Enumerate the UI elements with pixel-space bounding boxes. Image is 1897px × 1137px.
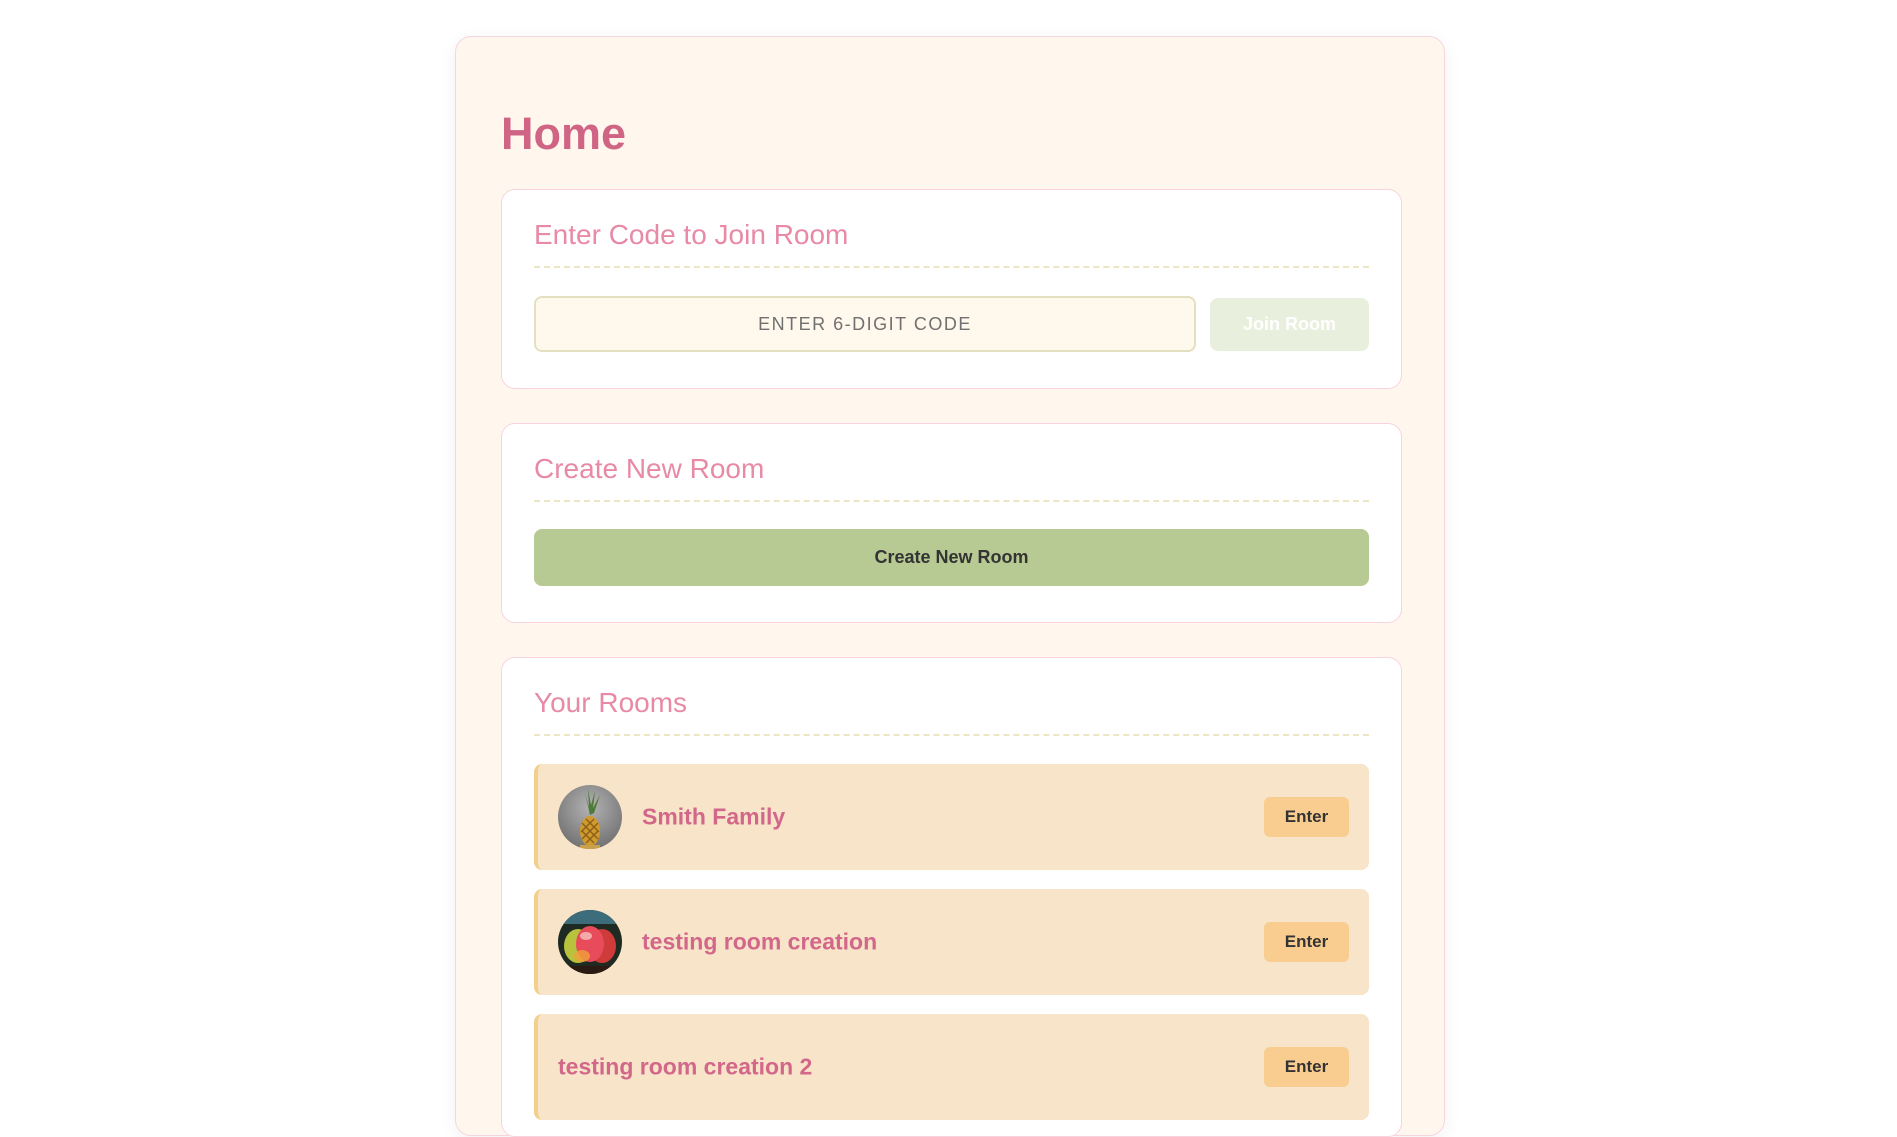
join-room-button[interactable]: Join Room [1210,298,1369,351]
room-list-item[interactable]: Smith Family Enter [534,764,1369,870]
create-room-heading: Create New Room [534,453,765,484]
room-avatar-pineapple-icon [558,785,622,849]
room-list-item[interactable]: testing room creation 2 Enter [534,1014,1369,1120]
enter-room-button[interactable]: Enter [1264,922,1349,962]
page-title: Home [501,108,627,159]
divider [534,266,1369,268]
join-room-card: Enter Code to Join Room Join Room [501,189,1402,389]
room-name: testing room creation [642,928,878,955]
home-container: Home Enter Code to Join Room Join Room C… [455,36,1445,1137]
create-room-card: Create New Room Create New Room [501,423,1402,623]
room-list-item[interactable]: testing room creation Enter [534,889,1369,995]
divider [534,500,1369,502]
create-room-button[interactable]: Create New Room [534,529,1369,586]
your-rooms-heading: Your Rooms [534,687,688,718]
room-code-input[interactable] [534,296,1196,352]
enter-room-button[interactable]: Enter [1264,797,1349,837]
enter-room-button[interactable]: Enter [1264,1047,1349,1087]
divider [534,734,1369,736]
your-rooms-card: Your Rooms Smith Family Enter testing ro… [501,657,1402,1137]
room-avatar-mango-icon [558,910,622,974]
room-name: Smith Family [642,803,786,830]
join-room-heading: Enter Code to Join Room [534,219,849,250]
room-name: testing room creation 2 [558,1053,813,1080]
